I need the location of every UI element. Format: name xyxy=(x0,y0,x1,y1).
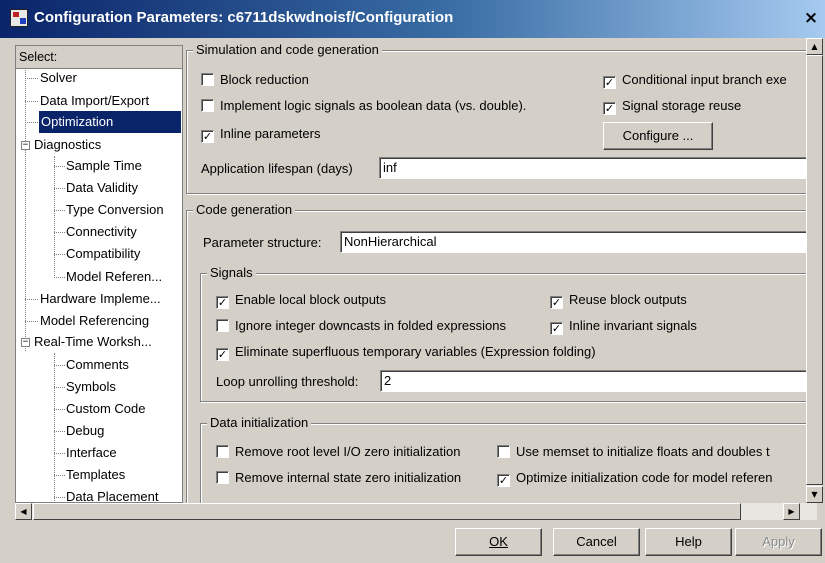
inline-invariant-signals-box[interactable]: ✓ xyxy=(550,322,563,335)
scroll-right-icon[interactable]: ▶ xyxy=(783,503,800,520)
close-icon[interactable]: × xyxy=(801,9,821,27)
eliminate-superfluous-checkbox[interactable]: ✓ Eliminate superfluous temporary variabl… xyxy=(216,343,596,361)
tree-item-sample-time[interactable]: Sample Time xyxy=(66,155,142,177)
configure-button[interactable]: Configure ... xyxy=(603,122,713,150)
tree-item-model-referencing[interactable]: Model Referencing xyxy=(40,310,149,332)
remove-internal-state-box[interactable] xyxy=(216,471,229,484)
tree-item-connectivity[interactable]: Connectivity xyxy=(66,221,137,243)
reuse-block-outputs-checkbox[interactable]: ✓ Reuse block outputs xyxy=(550,291,687,309)
simulation-group-label: Simulation and code generation xyxy=(193,42,382,57)
use-memset-checkbox[interactable]: Use memset to initialize floats and doub… xyxy=(497,443,770,461)
tree-item-hardware-implementation[interactable]: Hardware Impleme... xyxy=(40,288,161,310)
tree-item-symbols[interactable]: Symbols xyxy=(66,376,116,398)
block-reduction-checkbox[interactable]: Block reduction xyxy=(201,71,309,89)
ignore-integer-downcasts-box[interactable] xyxy=(216,319,229,332)
lifespan-label: Application lifespan (days) xyxy=(201,161,353,176)
vertical-scrollbar[interactable]: ▲ ▼ xyxy=(806,38,823,503)
loop-unrolling-input[interactable]: 2 xyxy=(380,370,806,392)
help-button[interactable]: Help xyxy=(645,528,732,556)
tree-item-data-validity[interactable]: Data Validity xyxy=(66,177,138,199)
enable-local-outputs-box[interactable]: ✓ xyxy=(216,296,229,309)
window-title: Configuration Parameters: c6711dskwdnois… xyxy=(34,9,454,26)
tree-item-interface[interactable]: Interface xyxy=(66,442,117,464)
eliminate-superfluous-box[interactable]: ✓ xyxy=(216,348,229,361)
tree-item-diagnostics[interactable]: Diagnostics xyxy=(34,134,101,156)
signal-storage-reuse-checkbox[interactable]: ✓ Signal storage reuse xyxy=(603,97,741,115)
optimize-init-checkbox[interactable]: ✓ Optimize initialization code for model … xyxy=(497,469,773,487)
reuse-block-outputs-box[interactable]: ✓ xyxy=(550,296,563,309)
simulink-app-icon xyxy=(10,9,28,27)
tree-header: Select: xyxy=(16,46,182,69)
enable-local-outputs-checkbox[interactable]: ✓ Enable local block outputs xyxy=(216,291,386,309)
parameter-structure-input[interactable]: NonHierarchical xyxy=(340,231,806,253)
tree-item-compatibility[interactable]: Compatibility xyxy=(66,243,140,265)
rtw-collapse-icon[interactable]: − xyxy=(21,338,30,347)
tree-item-model-referencing-diag[interactable]: Model Referen... xyxy=(66,266,162,288)
conditional-input-checkbox[interactable]: ✓ Conditional input branch exe xyxy=(603,71,787,89)
remove-root-io-checkbox[interactable]: Remove root level I/O zero initializatio… xyxy=(216,443,460,461)
horizontal-scroll-thumb[interactable] xyxy=(33,503,741,520)
tree-item-data-import-export[interactable]: Data Import/Export xyxy=(40,90,149,112)
tree-item-data-placement[interactable]: Data Placement xyxy=(66,486,159,502)
remove-internal-state-checkbox[interactable]: Remove internal state zero initializatio… xyxy=(216,469,461,487)
horizontal-scrollbar[interactable]: ◀ ▶ xyxy=(15,503,817,520)
inline-parameters-checkbox[interactable]: ✓ Inline parameters xyxy=(201,125,320,143)
code-generation-group-label: Code generation xyxy=(193,202,296,217)
vertical-scroll-thumb[interactable] xyxy=(806,55,823,485)
inline-parameters-box[interactable]: ✓ xyxy=(201,130,214,143)
ok-button[interactable]: OK xyxy=(455,528,542,556)
tree-item-comments[interactable]: Comments xyxy=(66,354,129,376)
ignore-integer-downcasts-checkbox[interactable]: Ignore integer downcasts in folded expre… xyxy=(216,317,506,335)
signal-storage-reuse-box[interactable]: ✓ xyxy=(603,102,616,115)
optimize-init-box[interactable]: ✓ xyxy=(497,474,510,487)
data-initialization-group: Data initialization xyxy=(200,415,806,503)
scroll-up-icon[interactable]: ▲ xyxy=(806,38,823,55)
inline-invariant-signals-checkbox[interactable]: ✓ Inline invariant signals xyxy=(550,317,697,335)
scroll-left-icon[interactable]: ◀ xyxy=(15,503,32,520)
scroll-down-icon[interactable]: ▼ xyxy=(806,486,823,503)
tree-item-real-time-workshop[interactable]: Real-Time Worksh... xyxy=(34,331,152,353)
data-initialization-group-label: Data initialization xyxy=(207,415,312,430)
implement-logic-checkbox[interactable]: Implement logic signals as boolean data … xyxy=(201,97,526,115)
title-bar: Configuration Parameters: c6711dskwdnois… xyxy=(0,0,825,38)
tree-item-custom-code[interactable]: Custom Code xyxy=(66,398,145,420)
parameter-structure-label: Parameter structure: xyxy=(203,235,322,250)
tree-item-optimization[interactable]: Optimization xyxy=(39,111,181,133)
apply-button[interactable]: Apply xyxy=(735,528,822,556)
tree-item-solver[interactable]: Solver xyxy=(40,67,77,89)
category-tree[interactable]: Select: − − Solver Data Import/Export Op… xyxy=(15,45,183,503)
tree-item-templates[interactable]: Templates xyxy=(66,464,125,486)
settings-pane: Simulation and code generation Block red… xyxy=(184,38,806,503)
diagnostics-collapse-icon[interactable]: − xyxy=(21,141,30,150)
remove-root-io-box[interactable] xyxy=(216,445,229,458)
implement-logic-box[interactable] xyxy=(201,99,214,112)
signals-group-label: Signals xyxy=(207,265,256,280)
lifespan-input[interactable]: inf xyxy=(379,157,806,179)
tree-item-type-conversion[interactable]: Type Conversion xyxy=(66,199,164,221)
use-memset-box[interactable] xyxy=(497,445,510,458)
loop-unrolling-label: Loop unrolling threshold: xyxy=(216,374,359,389)
cancel-button[interactable]: Cancel xyxy=(553,528,640,556)
tree-item-debug[interactable]: Debug xyxy=(66,420,104,442)
block-reduction-box[interactable] xyxy=(201,73,214,86)
conditional-input-box[interactable]: ✓ xyxy=(603,76,616,89)
